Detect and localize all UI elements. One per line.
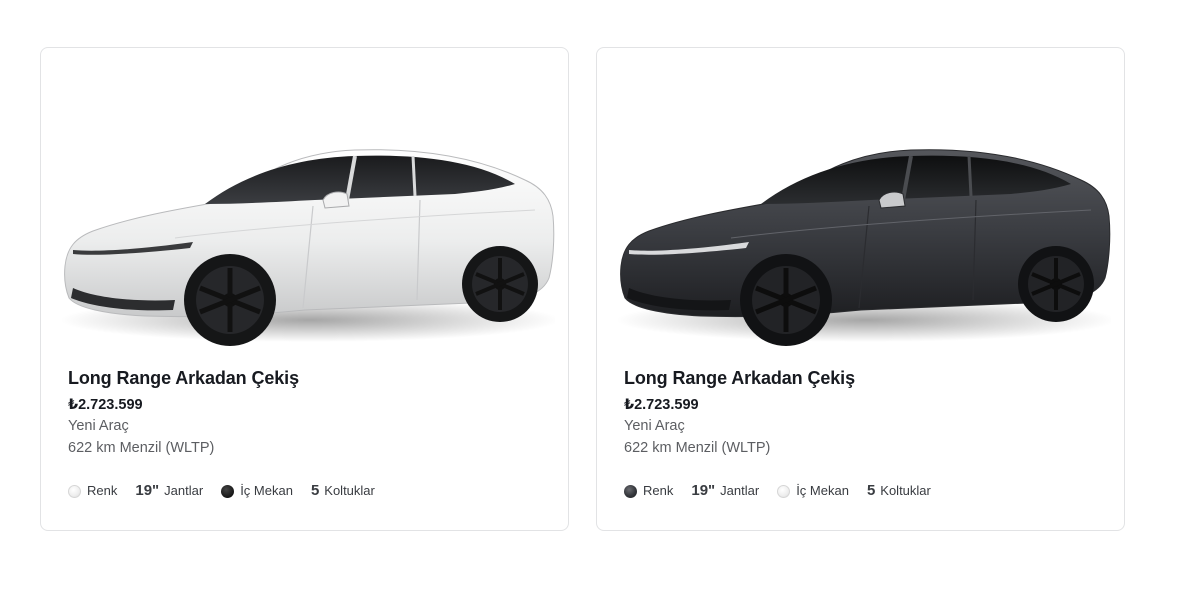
vehicle-condition: Yeni Araç	[68, 418, 129, 434]
spec-wheels-value: 19"	[691, 482, 716, 499]
spec-seats-label: Koltuklar	[324, 483, 375, 498]
vehicle-condition: Yeni Araç	[624, 418, 685, 434]
spec-wheels-label: Jantlar	[164, 483, 204, 498]
spec-interior-label: İç Mekan	[240, 483, 293, 498]
spec-seats-value: 5	[866, 482, 876, 499]
spec-color-label: Renk	[87, 483, 118, 498]
interior-swatch-icon	[221, 484, 235, 498]
price: ₺2.723.599	[624, 397, 699, 413]
vehicle-info: Long Range Arkadan Çekiş ₺2.723.599 Yeni…	[68, 366, 538, 459]
car-image-dark	[616, 149, 1111, 346]
color-swatch-icon	[68, 484, 81, 498]
spec-seats-value: 5	[310, 482, 320, 499]
spec-color-label: Renk	[643, 483, 674, 498]
spec-seats: 5 Koltuklar	[311, 483, 375, 499]
spec-interior-label: İç Mekan	[796, 483, 849, 498]
car-image-white	[60, 149, 555, 346]
spec-interior: İç Mekan	[777, 483, 849, 499]
spec-wheels-value: 19"	[135, 482, 160, 499]
spec-list: Renk 19" Jantlar İç Mekan 5 Koltuklar	[68, 481, 393, 501]
vehicle-card[interactable]: Long Range Arkadan Çekiş ₺2.723.599 Yeni…	[596, 47, 1125, 531]
model-name[interactable]: Long Range Arkadan Çekiş	[68, 366, 538, 390]
spec-seats-label: Koltuklar	[880, 483, 931, 498]
spec-wheels: 19" Jantlar	[691, 483, 759, 499]
color-swatch-icon	[624, 484, 637, 498]
spec-seats: 5 Koltuklar	[867, 483, 931, 499]
spec-wheels-label: Jantlar	[720, 483, 760, 498]
range-info: 622 km Menzil (WLTP)	[68, 440, 215, 456]
spec-list: Renk 19" Jantlar İç Mekan 5 Koltuklar	[624, 481, 949, 501]
range-info: 622 km Menzil (WLTP)	[624, 440, 771, 456]
spec-wheels: 19" Jantlar	[135, 483, 203, 499]
spec-interior: İç Mekan	[221, 483, 293, 499]
price: ₺2.723.599	[68, 397, 143, 413]
vehicle-card[interactable]: Long Range Arkadan Çekiş ₺2.723.599 Yeni…	[40, 47, 569, 531]
spec-color: Renk	[68, 483, 117, 499]
interior-swatch-icon	[777, 484, 791, 498]
vehicle-info: Long Range Arkadan Çekiş ₺2.723.599 Yeni…	[624, 366, 1094, 459]
spec-color: Renk	[624, 483, 673, 499]
model-name[interactable]: Long Range Arkadan Çekiş	[624, 366, 1094, 390]
